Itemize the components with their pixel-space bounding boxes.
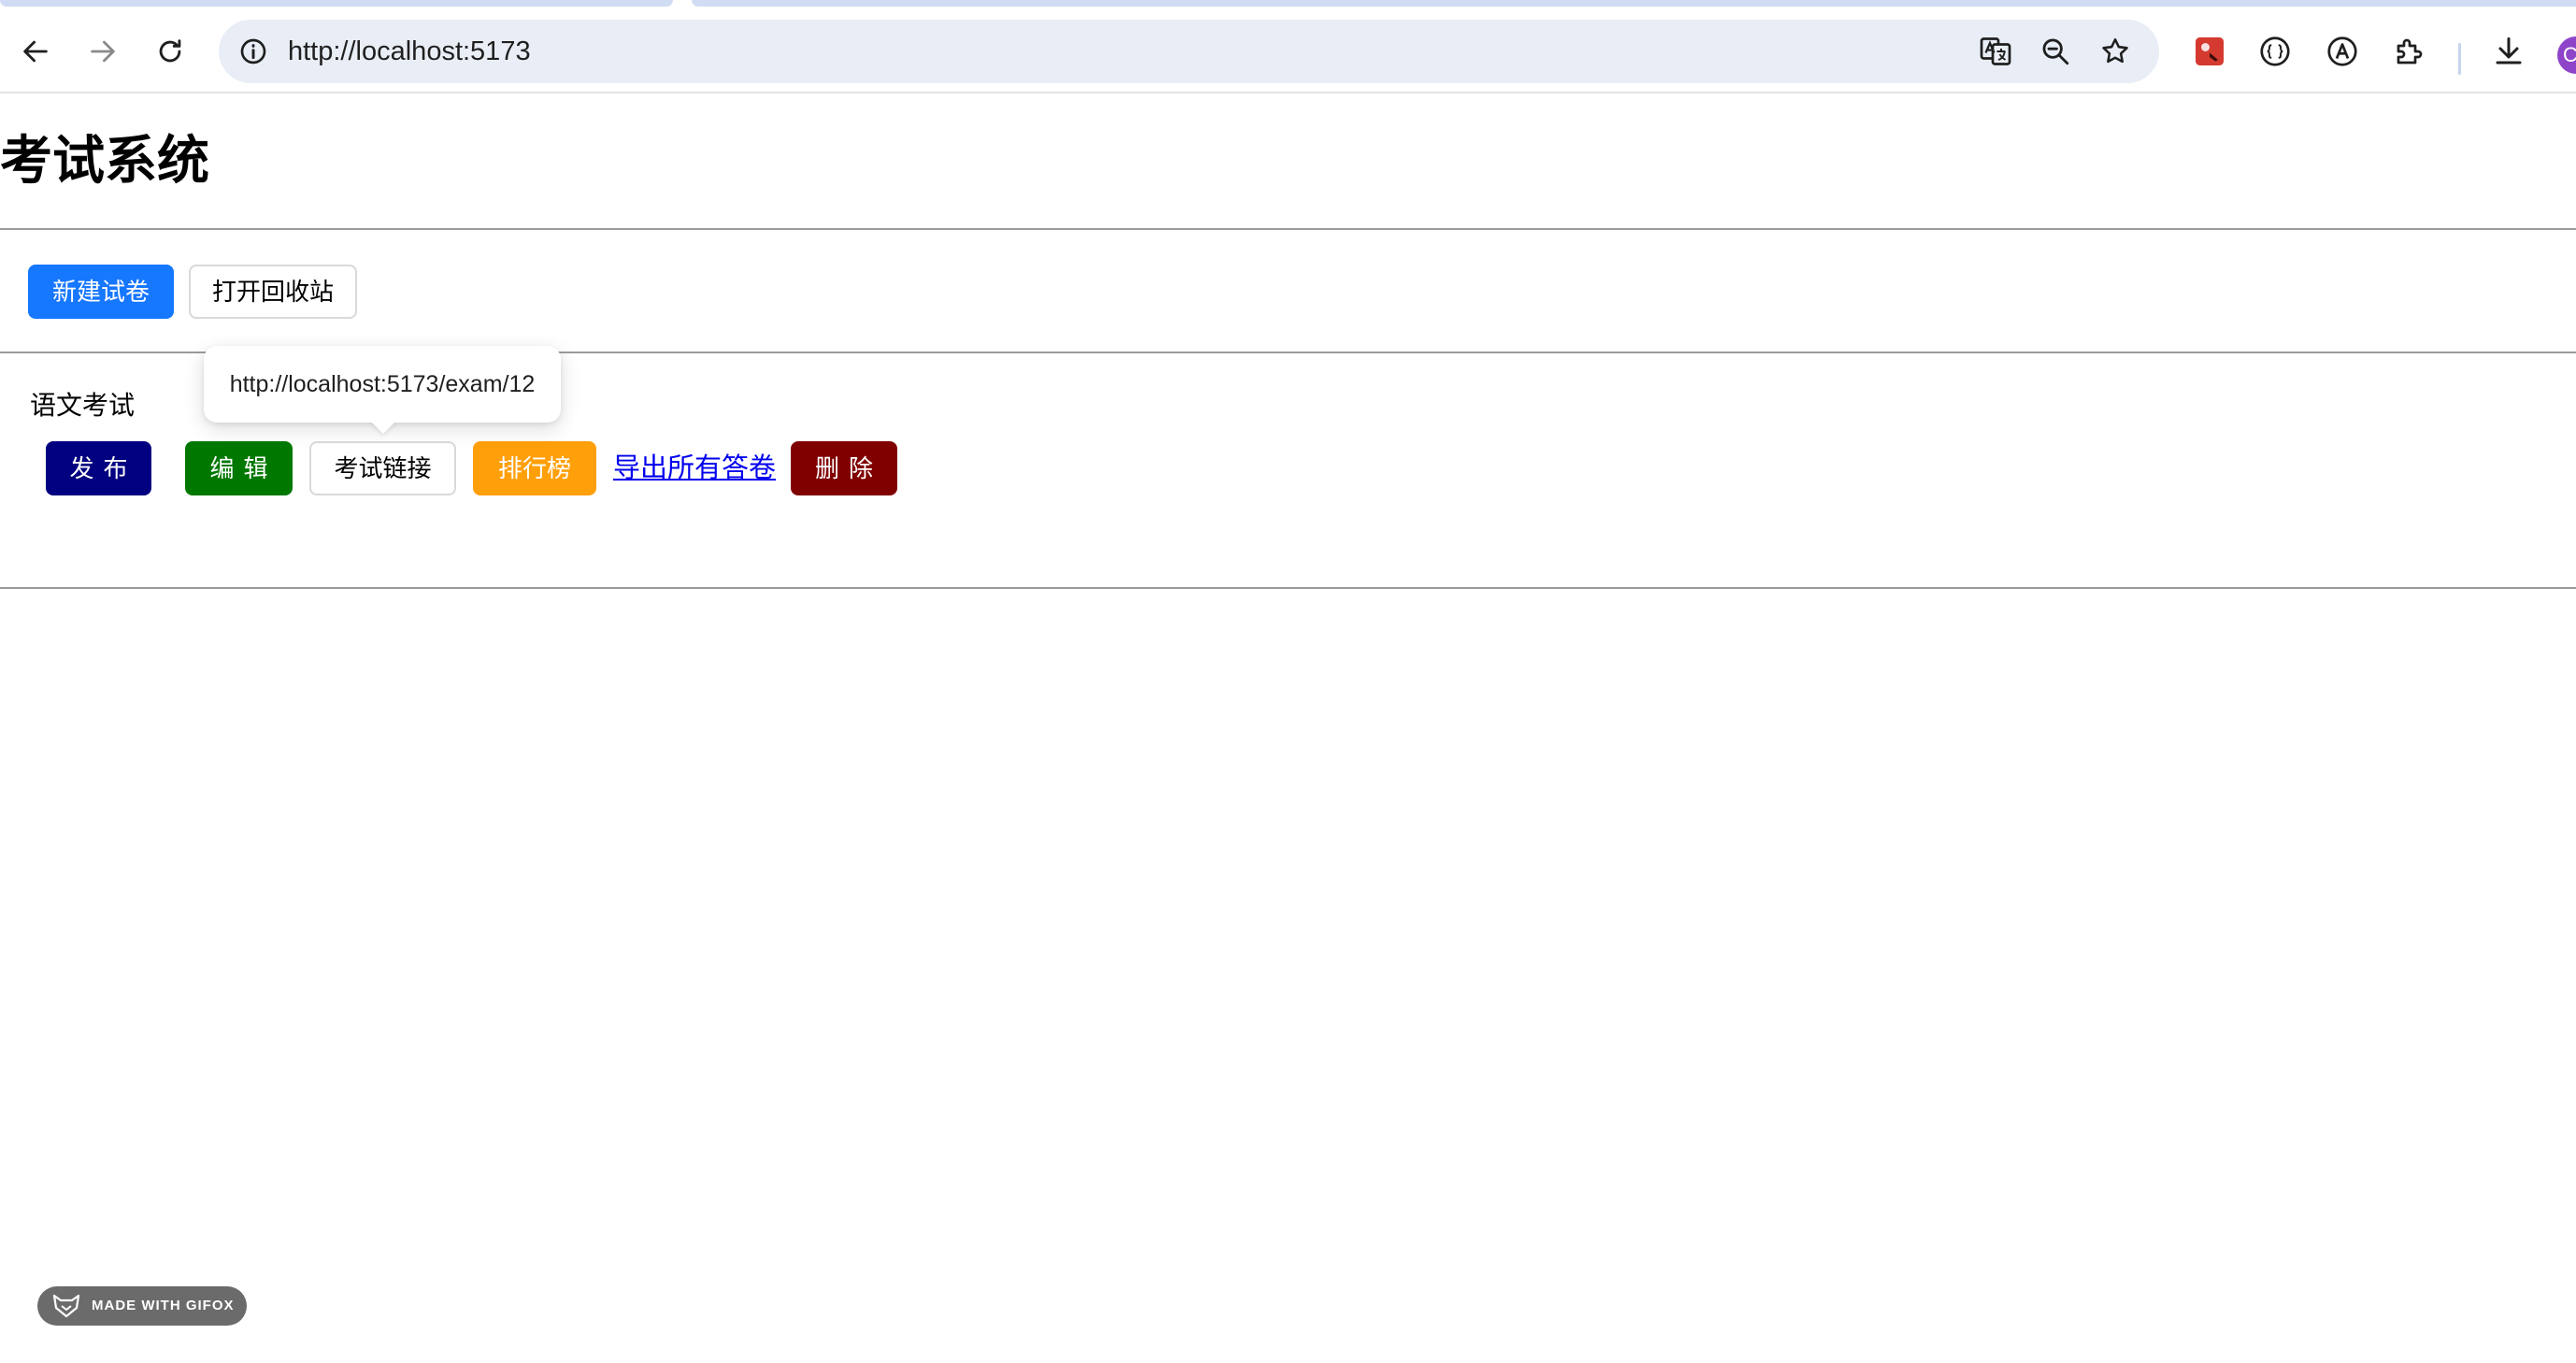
gifox-label: MADE WITH GIFOX (92, 1298, 235, 1313)
edit-button[interactable]: 编辑 (185, 441, 293, 495)
gifox-watermark: MADE WITH GIFOX (37, 1286, 247, 1326)
divider-bottom (0, 587, 2576, 589)
tab-inactive[interactable] (0, 0, 673, 7)
recycle-bin-button[interactable]: 打开回收站 (189, 265, 357, 319)
reload-icon (159, 39, 181, 63)
arrow-right-icon (91, 40, 115, 63)
exam-link-tooltip: http://localhost:5173/exam/12 (204, 346, 561, 423)
site-info-button[interactable] (234, 32, 273, 71)
toolbar-divider (2458, 43, 2461, 75)
info-circle-icon (240, 38, 266, 65)
translate-button[interactable] (1976, 32, 2015, 71)
red-extension-icon (2196, 37, 2224, 65)
translate-icon (1980, 37, 2011, 65)
braces-circle-icon (2260, 36, 2290, 66)
download-icon (2496, 37, 2522, 65)
address-bar[interactable]: http://localhost:5173 (219, 20, 2159, 83)
publish-button[interactable]: 发布 (46, 441, 151, 495)
bookmark-button[interactable] (2096, 32, 2135, 71)
exam-name: 语文考试 (30, 391, 136, 420)
exam-link-button[interactable]: 考试链接 (309, 441, 456, 495)
a-extension-button[interactable] (2322, 31, 2363, 72)
delete-button[interactable]: 删除 (791, 441, 897, 495)
url-text[interactable]: http://localhost:5173 (288, 20, 531, 83)
back-button[interactable] (9, 25, 62, 78)
zoom-button[interactable] (2036, 32, 2075, 71)
letter-a-circle-icon (2327, 36, 2357, 66)
reload-button[interactable] (144, 25, 196, 78)
red-extension-button[interactable] (2189, 31, 2230, 72)
arrow-left-icon (23, 40, 48, 63)
zoom-out-icon (2042, 38, 2069, 65)
fox-logo-icon (52, 1294, 80, 1318)
divider-top (0, 228, 2576, 230)
new-exam-button[interactable]: 新建试卷 (28, 265, 174, 319)
tooltip-arrow (370, 421, 396, 434)
browser-toolbar: http://localhost:5173 C (0, 8, 2576, 93)
star-icon (2102, 37, 2128, 64)
extensions-button[interactable] (2389, 31, 2430, 72)
profile-avatar[interactable]: C (2557, 36, 2576, 74)
downloads-button[interactable] (2488, 31, 2529, 72)
leaderboard-button[interactable]: 排行榜 (473, 441, 596, 495)
tab-strip (0, 0, 2576, 8)
forward-button[interactable] (77, 25, 129, 78)
braces-extension-button[interactable] (2254, 31, 2296, 72)
page-title: 考试系统 (0, 131, 209, 190)
tab-active[interactable] (692, 0, 2576, 7)
export-answers-link[interactable]: 导出所有答卷 (613, 449, 776, 488)
puzzle-icon (2397, 38, 2423, 65)
